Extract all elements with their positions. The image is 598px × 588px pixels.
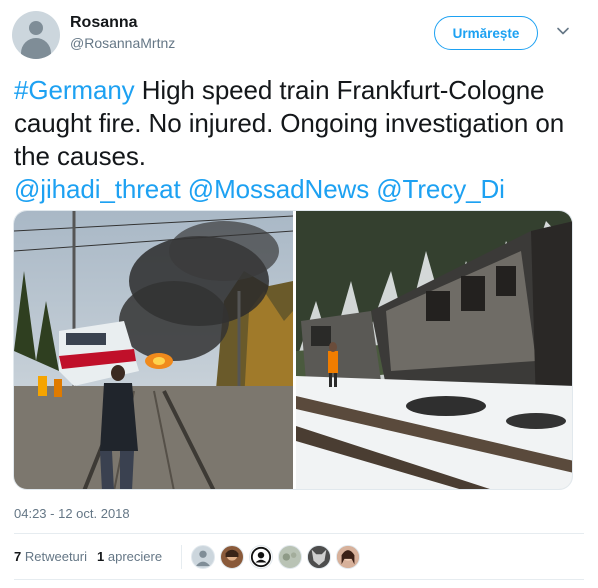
user-handle[interactable]: @RosannaMrtnz	[70, 35, 175, 51]
photo-burned-carriage[interactable]	[296, 211, 572, 489]
media-gallery	[13, 210, 573, 490]
liker-avatar[interactable]	[307, 545, 331, 569]
likes-count: 1	[97, 549, 105, 564]
retweets-count: 7	[14, 549, 22, 564]
retweets-label: Retweeturi	[24, 549, 87, 564]
mention-link[interactable]: @MossadNews	[188, 174, 369, 204]
likes-stat[interactable]: 1 apreciere	[97, 549, 162, 564]
avatar-head-shape	[29, 21, 43, 35]
liker-avatars	[191, 545, 365, 569]
liker-avatar[interactable]	[336, 545, 360, 569]
retweets-stat[interactable]: 7 Retweeturi	[14, 549, 87, 564]
user-name[interactable]: Rosanna	[70, 14, 138, 32]
tweet-timestamp[interactable]: 04:23 - 12 oct. 2018	[14, 506, 130, 521]
liker-avatar[interactable]	[191, 545, 215, 569]
mention-link[interactable]: @jihadi_threat	[14, 174, 181, 204]
avatar[interactable]	[12, 11, 60, 59]
liker-avatar[interactable]	[220, 545, 244, 569]
tweet-stats: 7 Retweeturi 1 apreciere	[14, 549, 162, 564]
liker-avatar[interactable]	[278, 545, 302, 569]
photo-burning-train[interactable]	[14, 211, 293, 489]
avatar-body-shape	[21, 38, 51, 59]
chevron-down-icon[interactable]	[556, 24, 570, 38]
mention-link[interactable]: @Trecy_Di	[376, 174, 505, 204]
tweet: Rosanna @RosannaMrtnz Urmărește #Germany…	[0, 0, 598, 588]
hashtag-link[interactable]: #Germany	[14, 75, 135, 105]
divider	[14, 579, 584, 580]
liker-avatar[interactable]	[249, 545, 273, 569]
divider	[14, 533, 584, 534]
follow-button[interactable]: Urmărește	[434, 16, 538, 50]
tweet-text: #Germany High speed train Frankfurt-Colo…	[14, 74, 584, 206]
likes-label: apreciere	[107, 549, 163, 564]
stats-divider	[181, 545, 182, 569]
